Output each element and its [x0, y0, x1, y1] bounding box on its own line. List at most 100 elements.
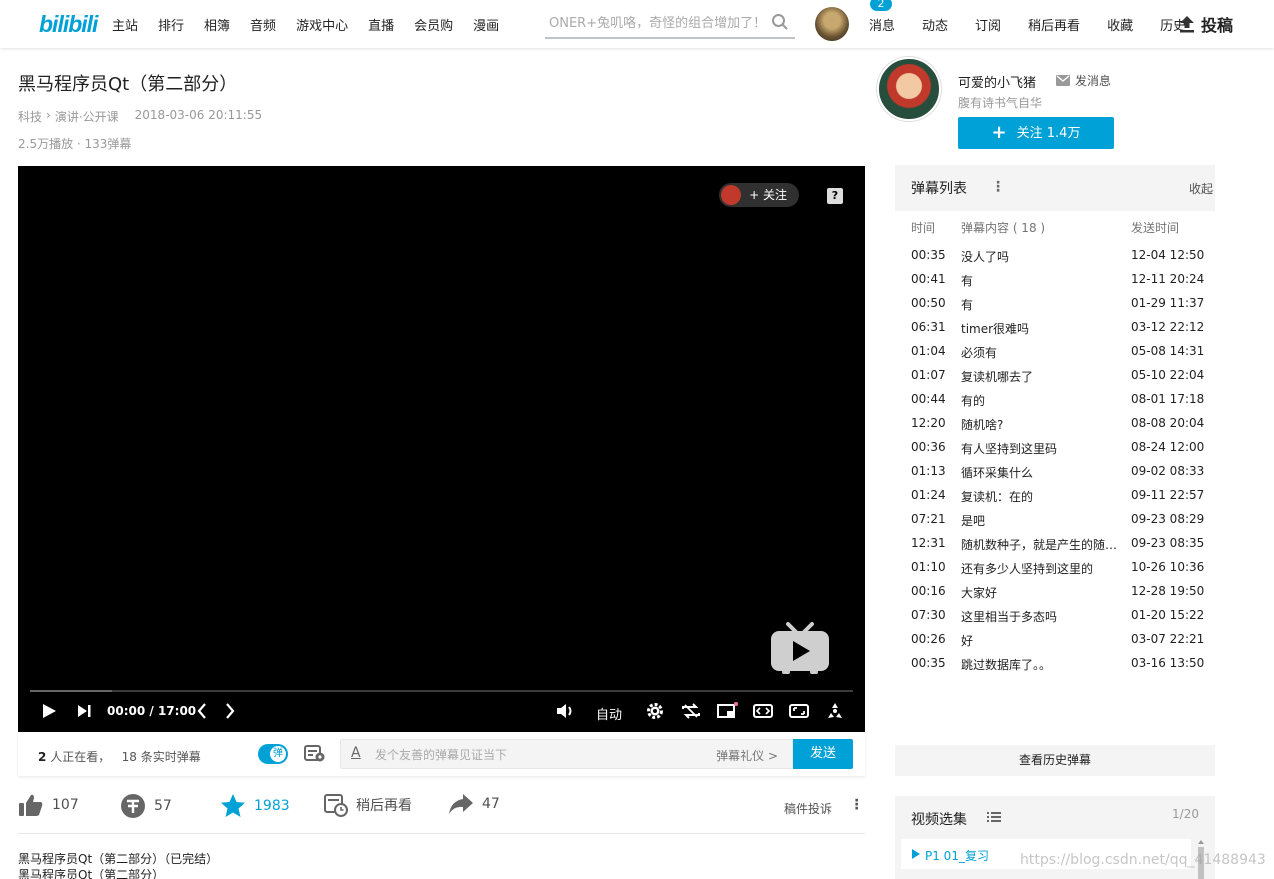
- send-danmaku-button[interactable]: 发送: [793, 739, 853, 769]
- time-display: 00:00 / 17:00: [107, 704, 197, 718]
- danmaku-row[interactable]: 00:50 有 01-29 11:37: [895, 291, 1215, 315]
- like-button[interactable]: 107: [18, 793, 79, 817]
- web-fullscreen-icon[interactable]: [789, 702, 809, 723]
- video-player[interactable]: + 关注 ? 00:00 / 17:00 自动: [18, 166, 865, 732]
- quality-selector[interactable]: 自动: [596, 704, 622, 723]
- progress-bar[interactable]: [30, 690, 853, 692]
- danmaku-time: 00:35: [911, 656, 946, 670]
- view-history-danmaku-button[interactable]: 查看历史弹幕: [895, 745, 1215, 776]
- danmaku-time: 01:07: [911, 368, 946, 382]
- danmaku-content: 还有多少人坚持到这里的: [961, 562, 1094, 576]
- danmaku-time: 00:36: [911, 440, 946, 454]
- nav-home[interactable]: 主站: [112, 15, 138, 34]
- chevron-right-icon[interactable]: [224, 702, 236, 723]
- search-icon[interactable]: [771, 13, 789, 34]
- danmaku-row[interactable]: 00:35 没人了吗 12-04 12:50: [895, 243, 1215, 267]
- mini-player-icon[interactable]: [717, 702, 739, 723]
- nav-live[interactable]: 直播: [368, 15, 394, 34]
- danmaku-row[interactable]: 07:30 这里相当于多态吗 01-20 15:22: [895, 603, 1215, 627]
- danmaku-row[interactable]: 01:24 复读机：在的 09-11 22:57: [895, 483, 1215, 507]
- settings-gear-icon[interactable]: [646, 702, 664, 723]
- next-icon[interactable]: [76, 702, 92, 723]
- danmaku-toggle[interactable]: 弹: [258, 744, 288, 764]
- more-options-icon[interactable]: · · ·: [854, 794, 859, 816]
- danmaku-row[interactable]: 00:44 有的 08-01 17:18: [895, 387, 1215, 411]
- nav-watch-later[interactable]: 稍后再看: [1028, 15, 1080, 34]
- column-sent-time[interactable]: 发送时间: [1131, 219, 1179, 236]
- font-style-icon[interactable]: A: [351, 745, 361, 761]
- follow-uploader-label: 关注 1.4万: [1016, 126, 1081, 141]
- description-line: 黑马程序员Qt（第二部分）（已完结）: [18, 852, 219, 866]
- more-options-icon[interactable]: ⋮: [991, 179, 1005, 195]
- user-avatar[interactable]: [815, 7, 849, 41]
- danmaku-row[interactable]: 00:35 跳过数据库了。。 03-16 13:50: [895, 651, 1215, 675]
- danmaku-settings-icon[interactable]: [304, 745, 326, 766]
- breadcrumb-category[interactable]: 科技: [18, 108, 42, 125]
- danmaku-sent-time: 01-20 15:22: [1131, 608, 1205, 622]
- danmaku-time: 00:16: [911, 584, 946, 598]
- uploader-avatar[interactable]: [877, 57, 941, 121]
- danmaku-content: 大家好: [961, 586, 998, 600]
- breadcrumb: 科技 › 演讲·公开课 2018-03-06 20:11:55: [18, 108, 266, 125]
- danmaku-list-header: 弹幕列表 ⋮ 收起: [895, 165, 1215, 211]
- danmaku-row[interactable]: 12:20 随机啥? 08-08 20:04: [895, 411, 1215, 435]
- danmaku-input-box: A 弹幕礼仪 >: [340, 739, 793, 769]
- nav-dynamics[interactable]: 动态: [922, 15, 948, 34]
- danmaku-content: 有人坚持到这里码: [961, 442, 1058, 456]
- danmaku-sent-time: 09-11 22:57: [1131, 488, 1205, 502]
- danmaku-row[interactable]: 01:10 还有多少人坚持到这里的 10-26 10:36: [895, 555, 1215, 579]
- loop-icon[interactable]: [681, 702, 701, 723]
- coin-button[interactable]: 57: [120, 793, 172, 819]
- danmaku-row[interactable]: 00:41 有 12-11 20:24: [895, 267, 1215, 291]
- danmaku-row[interactable]: 00:36 有人坚持到这里码 08-24 12:00: [895, 435, 1215, 459]
- volume-icon[interactable]: [555, 702, 575, 723]
- danmaku-row[interactable]: 00:16 大家好 12-28 19:50: [895, 579, 1215, 603]
- nav-subscriptions[interactable]: 订阅: [975, 15, 1001, 34]
- nav-messages[interactable]: 2 消息: [869, 0, 895, 34]
- nav-manga[interactable]: 漫画: [473, 15, 499, 34]
- collapse-button[interactable]: 收起: [1189, 180, 1213, 197]
- nav-ranking[interactable]: 排行: [158, 15, 184, 34]
- chevron-left-icon[interactable]: [196, 702, 208, 723]
- upload-button[interactable]: 投稿: [1179, 12, 1233, 36]
- star-icon: [221, 794, 245, 817]
- follow-uploader-button[interactable]: + 关注 1.4万: [958, 117, 1114, 149]
- danmaku-row[interactable]: 07:21 是吧 09-23 08:29: [895, 507, 1215, 531]
- fullscreen-icon[interactable]: [825, 702, 845, 723]
- nav-favorites[interactable]: 收藏: [1107, 15, 1133, 34]
- feedback-icon[interactable]: ?: [827, 188, 843, 204]
- watermark: https://blog.csdn.net/qq_41488943: [1020, 852, 1266, 868]
- danmaku-row[interactable]: 01:04 必须有 05-08 14:31: [895, 339, 1215, 363]
- danmaku-input[interactable]: [375, 745, 675, 765]
- danmaku-row[interactable]: 00:26 好 03-07 22:21: [895, 627, 1215, 651]
- share-button[interactable]: 47: [448, 793, 500, 815]
- column-content[interactable]: 弹幕内容 ( 18 ): [961, 219, 1125, 236]
- list-icon[interactable]: [987, 811, 1001, 826]
- player-follow-button[interactable]: + 关注: [719, 183, 799, 207]
- nav-mall[interactable]: 会员购: [414, 15, 453, 34]
- report-link[interactable]: 稿件投诉: [784, 800, 832, 817]
- nav-album[interactable]: 相簿: [204, 15, 230, 34]
- nav-audio[interactable]: 音频: [250, 15, 276, 34]
- play-icon[interactable]: [40, 702, 58, 723]
- watching-info: 2 人正在看， 18 条实时弹幕: [38, 748, 201, 765]
- danmaku-row[interactable]: 12:31 随机数种子，就是产生的随机数 09-23 08:35: [895, 531, 1215, 555]
- danmaku-content: 这里相当于多态吗: [961, 610, 1058, 624]
- bilibili-logo[interactable]: bilibili: [39, 11, 98, 38]
- search-input[interactable]: [545, 9, 760, 37]
- uploader-name[interactable]: 可爱的小飞猪: [958, 72, 1036, 91]
- column-time[interactable]: 时间: [911, 219, 935, 236]
- danmaku-row[interactable]: 01:07 复读机哪去了 05-10 22:04: [895, 363, 1215, 387]
- watch-later-button[interactable]: 稍后再看: [324, 793, 412, 817]
- nav-game-center[interactable]: 游戏中心: [296, 15, 348, 34]
- danmaku-row[interactable]: 01:13 循环采集什么 09-02 08:33: [895, 459, 1215, 483]
- video-title: 黑马程序员Qt（第二部分）: [18, 74, 238, 95]
- favorite-button[interactable]: 1983: [220, 793, 290, 819]
- send-message-link[interactable]: 发消息: [1056, 72, 1111, 89]
- widescreen-icon[interactable]: [753, 702, 773, 723]
- total-time: 17:00: [157, 704, 197, 718]
- breadcrumb-subcategory[interactable]: 演讲·公开课: [55, 108, 119, 125]
- main-nav: 主站 排行 相簿 音频 游戏中心 直播 会员购 漫画: [112, 0, 519, 48]
- danmaku-row[interactable]: 06:31 timer很难吗 03-12 22:12: [895, 315, 1215, 339]
- danmaku-etiquette-link[interactable]: 弹幕礼仪 >: [716, 747, 778, 764]
